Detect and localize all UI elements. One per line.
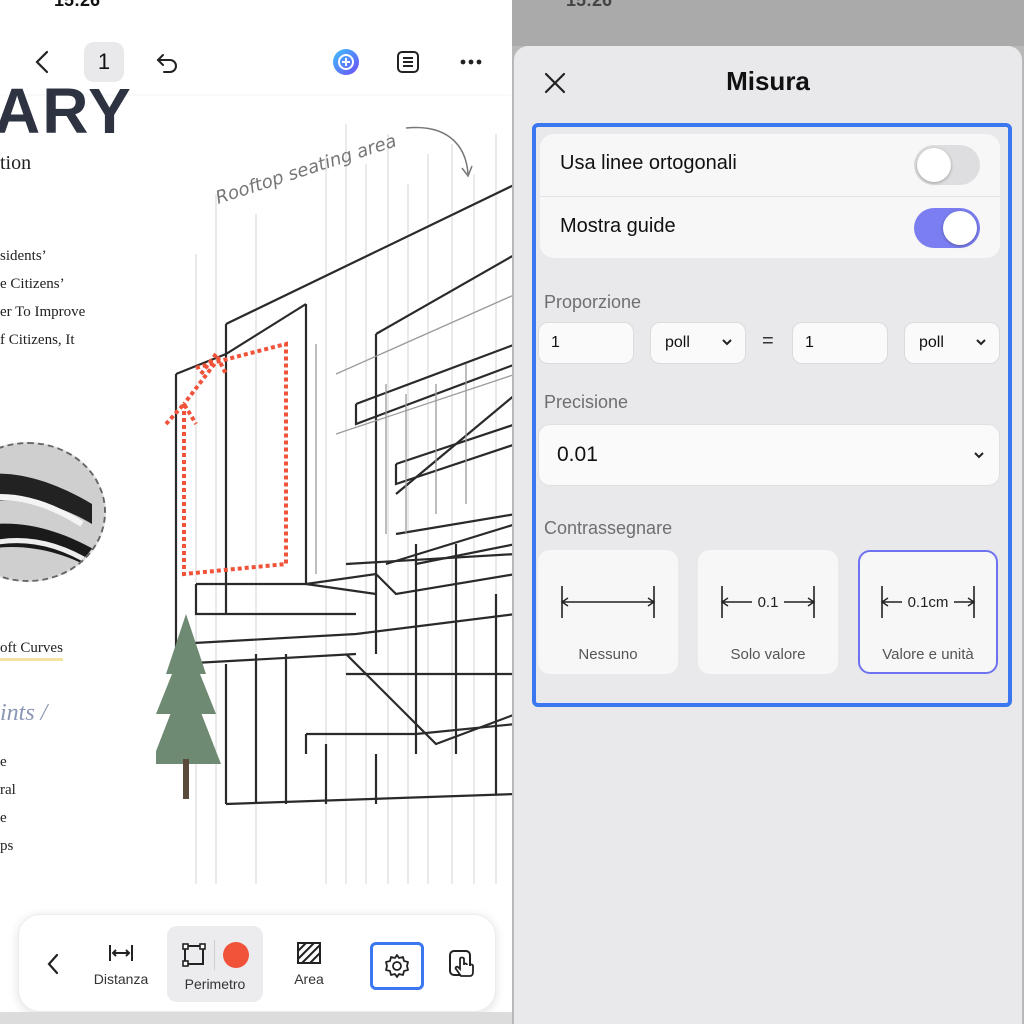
architecture-sketch: Rooftop seating area (151, 94, 512, 884)
select-value: poll (665, 334, 690, 351)
proportion-right-unit-select[interactable]: poll (904, 322, 1000, 364)
document-title: ARY (0, 75, 133, 147)
proportion-label: Proporzione (544, 292, 642, 312)
orthogonal-lines-toggle[interactable] (914, 145, 980, 185)
dimmed-status-bar: 15:26 (512, 0, 1024, 46)
proportion-left-field[interactable]: 1 (538, 322, 634, 364)
precision-select[interactable]: 0.01 (538, 424, 1000, 486)
toggle-card: Usa linee ortogonali Mostra guide (540, 134, 1000, 258)
status-time: 15:26 (566, 0, 613, 10)
measure-sheet: Misura Usa linee ortogonali Mostra guide… (514, 46, 1022, 1024)
document-highlighted-text: oft Curves (0, 640, 63, 661)
toggle-knob (917, 148, 951, 182)
tool-area[interactable]: Area (277, 941, 341, 987)
ai-assistant-icon[interactable] (330, 46, 362, 78)
distance-icon (109, 945, 133, 961)
marking-caption: Solo valore (730, 646, 806, 663)
sheet-title: Misura (726, 66, 810, 96)
measure-toolbar: Distanza Perimetro Area (18, 914, 496, 1012)
toggle-label: Mostra guide (560, 215, 676, 237)
select-value: poll (919, 334, 944, 351)
marking-caption: Valore e unità (882, 646, 974, 663)
status-bar: 15:26 (0, 0, 512, 10)
undo-icon[interactable] (152, 48, 182, 78)
toggle-knob (943, 211, 977, 245)
tool-divider (214, 940, 215, 970)
tool-label: Distanza (93, 971, 149, 987)
touch-icon[interactable] (447, 948, 477, 980)
tool-distance[interactable]: Distanza (89, 941, 153, 987)
toggle-label: Usa linee ortogonali (560, 152, 737, 174)
marking-caption: Nessuno (578, 646, 638, 663)
document-list-item: ps (0, 838, 14, 854)
document-text-line: f Citizens, It (0, 332, 75, 348)
document-text-line: er To Improve (0, 304, 86, 320)
document-list-item: e (0, 810, 7, 826)
chevron-down-icon (722, 339, 732, 346)
status-time: 15:26 (54, 0, 101, 10)
document-text-line: sidents’ (0, 248, 47, 264)
dimension-line-icon (560, 586, 656, 618)
marking-label: Contrassegnare (544, 518, 673, 538)
marking-option-none[interactable]: Nessuno (538, 550, 678, 674)
more-icon[interactable] (456, 48, 486, 76)
toggle-row-orthogonal: Usa linee ortogonali (540, 134, 1000, 196)
precision-value: 0.01 (557, 443, 598, 466)
toggle-row-guides: Mostra guide (540, 196, 1000, 258)
tool-label: Area (294, 971, 324, 987)
dimension-value-icon: 0.1 (720, 586, 816, 618)
settings-button[interactable] (370, 942, 424, 990)
document-list-item: e (0, 754, 7, 770)
marking-option-value[interactable]: 0.1 Solo valore (698, 550, 838, 674)
left-pane-footer (0, 1012, 512, 1024)
list-icon[interactable] (394, 48, 422, 76)
color-dot[interactable] (223, 942, 249, 968)
dimension-value-unit-icon: 0.1cm (880, 586, 976, 618)
sketch-annotation: Rooftop seating area (213, 130, 399, 208)
document-subtitle: tion (0, 152, 32, 174)
document-section-heading: ints / (0, 700, 48, 726)
tool-perimeter[interactable]: Perimetro (167, 926, 263, 1002)
equals-sign: = (762, 330, 774, 352)
proportion-right-field[interactable]: 1 (792, 322, 888, 364)
chevron-down-icon (974, 452, 984, 459)
gear-icon (385, 954, 409, 978)
marking-sample-text: 0.1 (758, 594, 779, 611)
show-guides-toggle[interactable] (914, 208, 980, 248)
document-text-line: e Citizens’ (0, 276, 65, 292)
document-list-item: ral (0, 782, 16, 798)
measure-settings-pane: 15:26 Misura Usa linee ortogonali Mostra… (512, 0, 1024, 1024)
precision-label: Precisione (544, 392, 629, 412)
marking-sample-text: 0.1cm (908, 594, 949, 611)
document-viewer: 15:26 1 ARY tion sidents’ e Citizens’ er… (0, 0, 512, 1024)
chevron-down-icon (976, 339, 986, 346)
perimeter-icon (182, 943, 206, 967)
area-icon (297, 942, 321, 964)
marking-option-value-unit[interactable]: 0.1cm Valore e unità (858, 550, 998, 674)
document-page: ARY tion sidents’ e Citizens’ er To Impr… (0, 75, 512, 894)
proportion-row: 1 poll = 1 poll (538, 322, 1002, 366)
circular-photo (0, 442, 106, 582)
back-icon[interactable] (28, 48, 56, 76)
toolbar-back-icon[interactable] (41, 949, 65, 979)
proportion-left-unit-select[interactable]: poll (650, 322, 746, 364)
